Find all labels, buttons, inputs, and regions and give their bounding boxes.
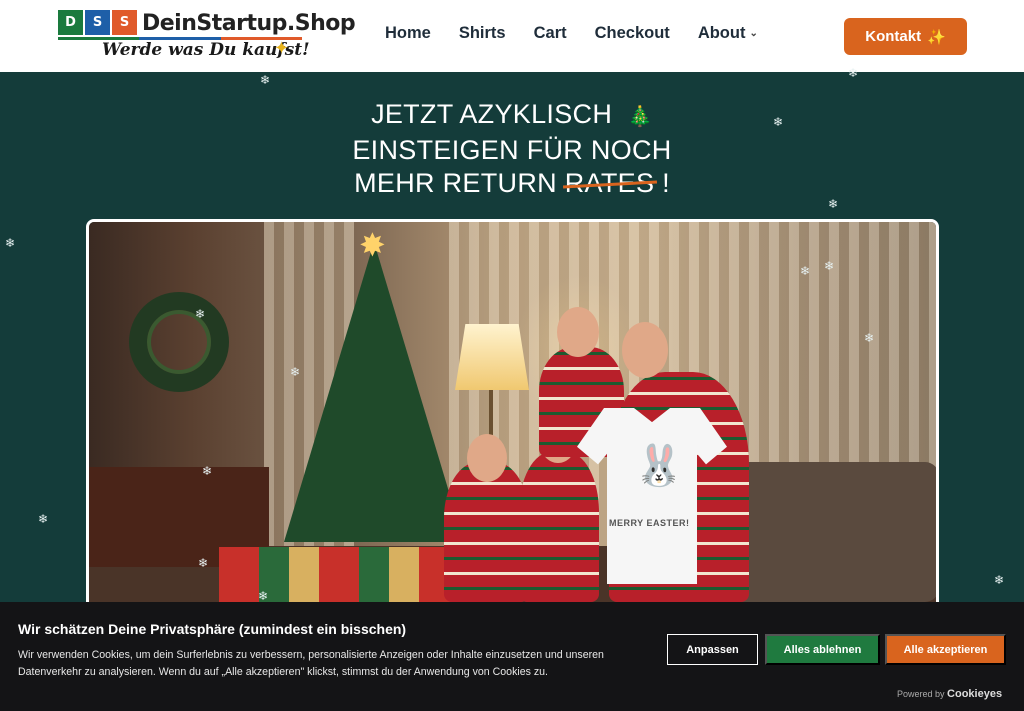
contact-button[interactable]: Kontakt ✨	[844, 18, 967, 55]
nav-item-label: Shirts	[458, 24, 506, 42]
sparkle-icon: ✦	[274, 38, 290, 58]
hero-headline: JETZT AZYKLISCH 🎄 EINSTEIGEN FÜR NOCH ME…	[312, 98, 712, 200]
nav-item-label: About	[697, 24, 746, 42]
snowflake-icon: ❄	[828, 197, 839, 211]
site-logo[interactable]: D S S DeinStartup.Shop Werde was Du kauf…	[58, 10, 356, 62]
cookie-banner-text: Wir verwenden Cookies, um dein Surferleb…	[18, 649, 604, 678]
contact-button-label: Kontakt	[865, 28, 922, 45]
lamp-shade	[455, 324, 529, 390]
bunny-icon: 🐰	[634, 444, 684, 488]
nav-item-cart[interactable]: Cart	[534, 24, 567, 43]
snowflake-icon: ❄	[5, 236, 16, 250]
person-boy	[519, 452, 599, 602]
logo-letter-s2: S	[112, 10, 137, 35]
person-mother-head	[557, 307, 599, 357]
christmas-tree-icon: 🎄	[627, 106, 653, 128]
nav-item-checkout[interactable]: Checkout	[595, 24, 670, 43]
nav-item-shirts[interactable]: Shirts	[459, 24, 506, 43]
main-nav: Home Shirts Cart Checkout About ⌄	[385, 24, 758, 43]
nav-item-label: Checkout	[594, 24, 670, 42]
person-father-head	[622, 322, 668, 378]
sparkles-icon: ✨	[927, 28, 946, 46]
chevron-down-icon: ⌄	[749, 28, 758, 39]
nav-item-label: Cart	[533, 24, 567, 42]
hero-line-2: EINSTEIGEN FÜR NOCH	[352, 135, 672, 165]
site-header: D S S DeinStartup.Shop Werde was Du kauf…	[0, 0, 1024, 72]
snowflake-icon: ❄	[38, 512, 49, 526]
hero-line-3-suffix: !	[662, 168, 670, 198]
logo-wordmark: DeinStartup.Shop	[142, 11, 356, 36]
logo-letter-s: S	[85, 10, 110, 35]
hero-image: ✸ 🐰 MERRY EASTER!	[86, 219, 939, 619]
person-girl	[444, 462, 529, 602]
hero-line-1: JETZT AZYKLISCH	[371, 99, 613, 129]
hero-line-3-prefix: MEHR RETURN	[354, 168, 557, 198]
nav-item-home[interactable]: Home	[385, 24, 431, 43]
tree-star-icon: ✸	[359, 227, 386, 263]
accept-all-cookies-button[interactable]: Alle akzeptieren	[885, 634, 1006, 665]
snowflake-icon: ❄	[773, 115, 784, 129]
logo-letter-boxes: D S S	[58, 10, 137, 35]
logo-letter-d: D	[58, 10, 83, 35]
customize-cookies-button[interactable]: Anpassen	[667, 634, 758, 665]
cookie-consent-banner: Wir schätzen Deine Privatsphäre (zuminde…	[0, 602, 1024, 711]
nav-item-label: Home	[385, 24, 431, 42]
presents	[219, 547, 479, 607]
cookieyes-logo: Cookieyes	[947, 688, 1003, 700]
snowflake-icon: ❄	[260, 73, 271, 87]
shirt-print-text: MERRY EASTER!	[609, 518, 690, 528]
person-girl-head	[467, 434, 507, 482]
powered-by-label: Powered by	[897, 689, 945, 699]
nav-item-about[interactable]: About ⌄	[698, 24, 758, 43]
hero-struck-word: RATES	[564, 168, 655, 198]
snowflake-icon: ❄	[994, 573, 1005, 587]
reject-all-cookies-button[interactable]: Alles ablehnen	[765, 634, 880, 665]
wreath	[129, 292, 229, 392]
christmas-tree	[284, 242, 464, 542]
powered-by[interactable]: Powered by Cookieyes	[897, 688, 1002, 700]
cookie-banner-title: Wir schätzen Deine Privatsphäre (zuminde…	[18, 621, 407, 637]
